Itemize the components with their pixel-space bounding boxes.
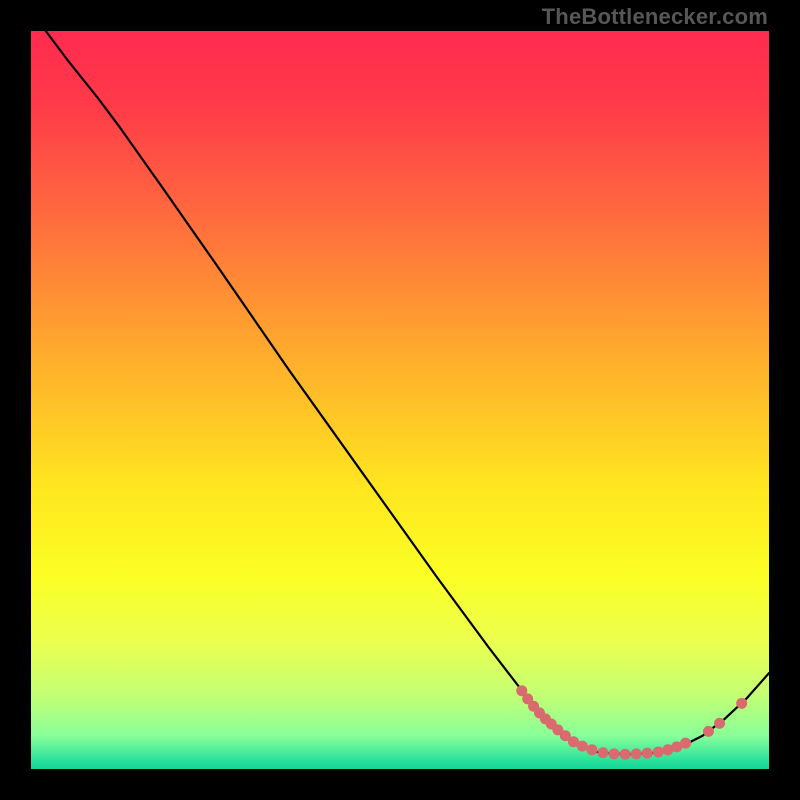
marker-dot — [642, 748, 653, 759]
gradient-background — [31, 31, 769, 769]
marker-dot — [680, 738, 691, 749]
marker-dot — [620, 749, 631, 760]
marker-dot — [653, 747, 664, 758]
watermark-label: TheBottleneсker.com — [542, 4, 768, 30]
marker-dot — [714, 718, 725, 729]
marker-dot — [609, 748, 620, 759]
plot-area — [31, 31, 769, 769]
marker-dot — [703, 726, 714, 737]
bottleneck-curve-chart — [31, 31, 769, 769]
marker-dot — [736, 698, 747, 709]
marker-dot — [586, 744, 597, 755]
marker-dot — [577, 741, 588, 752]
marker-dot — [631, 748, 642, 759]
marker-dot — [597, 747, 608, 758]
